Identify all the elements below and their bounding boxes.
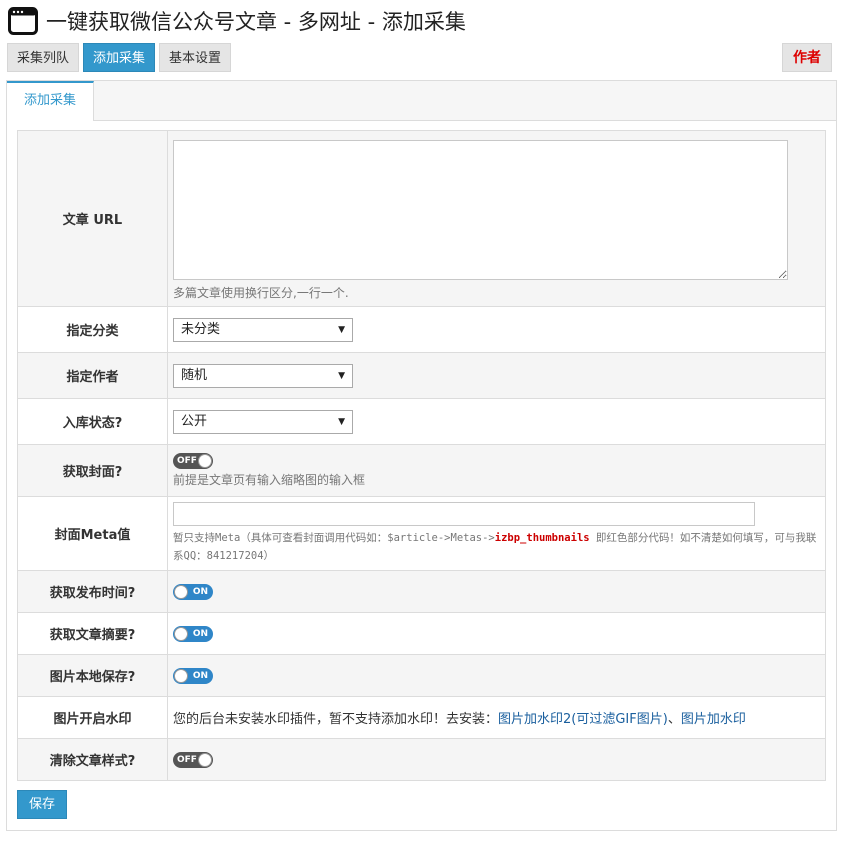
watermark-label: 图片开启水印: [17, 696, 168, 739]
row-cover: 获取封面? OFF 前提是文章页有输入缩略图的输入框: [17, 444, 826, 497]
row-url: 文章 URL 多篇文章使用换行区分,一行一个.: [17, 130, 826, 307]
toggle-knob: [198, 752, 212, 767]
cover-label: 获取封面?: [17, 444, 168, 497]
row-summary: 获取文章摘要? ON: [17, 612, 826, 655]
toggle-text: ON: [192, 670, 208, 681]
dropdown-arrow-icon: ▼: [338, 324, 345, 335]
tab-basic-settings[interactable]: 基本设置: [159, 43, 232, 72]
author-label: 指定作者: [17, 352, 168, 399]
watermark-notice: 您的后台未安装水印插件，暂不支持添加水印！去安装：图片加水印2(可过滤GIF图片…: [173, 708, 820, 727]
toggle-knob: [198, 453, 212, 468]
status-select[interactable]: 公开 ▼: [173, 409, 353, 434]
toggle-text: OFF: [177, 754, 197, 765]
cover-meta-label: 封面Meta值: [17, 496, 168, 571]
summary-label: 获取文章摘要?: [17, 612, 168, 655]
window-icon: [8, 7, 38, 35]
row-watermark: 图片开启水印 您的后台未安装水印插件，暂不支持添加水印！去安装：图片加水印2(可…: [17, 696, 826, 739]
cover-help: 前提是文章页有输入缩略图的输入框: [173, 472, 366, 487]
watermark-plugin-link-1[interactable]: 图片加水印2(可过滤GIF图片): [498, 712, 668, 727]
status-label: 入库状态?: [17, 398, 168, 445]
subtab-add-collect[interactable]: 添加采集: [7, 81, 94, 122]
publish-time-toggle[interactable]: ON: [173, 583, 213, 600]
watermark-plugin-link-2[interactable]: 图片加水印: [681, 712, 746, 727]
toggle-text: OFF: [177, 455, 197, 466]
toggle-knob: [174, 668, 188, 683]
author-select[interactable]: 随机 ▼: [173, 363, 353, 388]
title-bar: 一键获取微信公众号文章 - 多网址 - 添加采集: [8, 6, 466, 36]
toggle-text: ON: [192, 586, 208, 597]
status-selected: 公开: [181, 413, 208, 429]
tab-add-collect[interactable]: 添加采集: [83, 43, 156, 72]
url-textarea[interactable]: [173, 140, 788, 280]
author-button[interactable]: 作者: [782, 43, 832, 72]
toggle-knob: [174, 626, 188, 641]
sub-tabs: 添加采集: [7, 81, 836, 122]
cover-meta-help: 暂只支持Meta（具体可查看封面调用代码如：$article->Metas->i…: [173, 529, 820, 565]
clear-style-toggle[interactable]: OFF: [173, 751, 213, 768]
url-help: 多篇文章使用换行区分,一行一个.: [173, 286, 349, 300]
row-status: 入库状态? 公开 ▼: [17, 398, 826, 445]
row-publish-time: 获取发布时间? ON: [17, 570, 826, 613]
local-images-label: 图片本地保存?: [17, 654, 168, 697]
cover-meta-input[interactable]: [173, 502, 755, 526]
cover-toggle[interactable]: OFF: [173, 452, 213, 469]
row-author: 指定作者 随机 ▼: [17, 352, 826, 399]
row-local-images: 图片本地保存? ON: [17, 654, 826, 697]
row-category: 指定分类 未分类 ▼: [17, 306, 826, 353]
local-images-toggle[interactable]: ON: [173, 667, 213, 684]
url-label: 文章 URL: [17, 130, 168, 307]
row-cover-meta: 封面Meta值 暂只支持Meta（具体可查看封面调用代码如：$article->…: [17, 496, 826, 571]
clear-style-label: 清除文章样式?: [17, 738, 168, 781]
publish-time-label: 获取发布时间?: [17, 570, 168, 613]
dropdown-arrow-icon: ▼: [338, 416, 345, 427]
main-panel: 添加采集 文章 URL 多篇文章使用换行区分,一行一个. 指定分类 未分类 ▼ …: [6, 80, 837, 831]
summary-toggle[interactable]: ON: [173, 625, 213, 642]
collect-form: 文章 URL 多篇文章使用换行区分,一行一个. 指定分类 未分类 ▼ 指定作者 …: [17, 130, 826, 781]
tab-queue[interactable]: 采集列队: [7, 43, 80, 72]
watermark-separator: 、: [667, 712, 681, 727]
page-title: 一键获取微信公众号文章 - 多网址 - 添加采集: [46, 10, 466, 34]
author-selected: 随机: [181, 367, 208, 383]
row-clear-style: 清除文章样式? OFF: [17, 738, 826, 781]
cover-meta-help-prefix: 暂只支持Meta（具体可查看封面调用代码如：$article->Metas->: [173, 532, 495, 544]
save-button[interactable]: 保存: [17, 790, 67, 819]
toggle-knob: [174, 584, 188, 599]
category-selected: 未分类: [181, 321, 221, 337]
category-select[interactable]: 未分类 ▼: [173, 317, 353, 342]
watermark-text: 您的后台未安装水印插件，暂不支持添加水印！去安装：: [173, 712, 499, 727]
dropdown-arrow-icon: ▼: [338, 370, 345, 381]
category-label: 指定分类: [17, 306, 168, 353]
toggle-text: ON: [192, 628, 208, 639]
cover-meta-help-highlight: izbp_thumbnails: [494, 532, 590, 544]
top-tabs: 采集列队 添加采集 基本设置: [7, 43, 235, 72]
